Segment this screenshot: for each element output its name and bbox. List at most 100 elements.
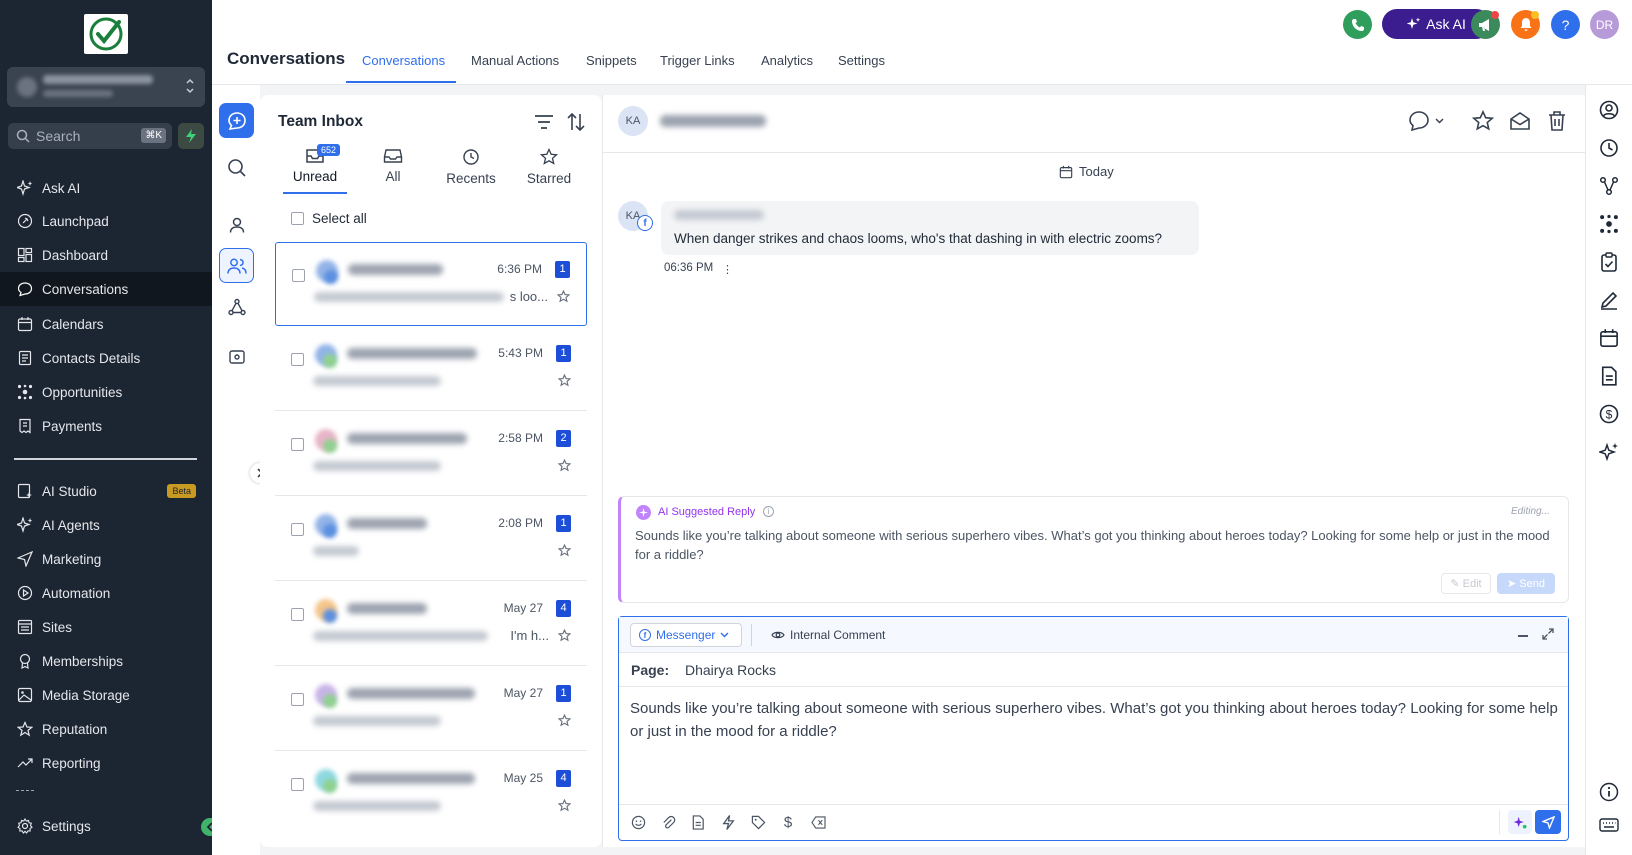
sidebar-item-ask-ai[interactable]: Ask AI — [0, 171, 212, 205]
expand-composer-button[interactable] — [1542, 628, 1554, 640]
clear-icon[interactable] — [808, 812, 828, 832]
new-message-button[interactable] — [219, 103, 254, 138]
conversation-item[interactable]: 2:58 PM 2 — [275, 412, 587, 496]
document-icon[interactable] — [688, 812, 708, 832]
star-icon[interactable] — [558, 714, 571, 727]
tab-unread[interactable]: 652 Unread — [283, 144, 347, 194]
user-avatar[interactable]: DR — [1590, 10, 1619, 39]
info-icon[interactable] — [1597, 780, 1621, 804]
mark-unread-button[interactable] — [1509, 110, 1531, 132]
help-button[interactable]: ? — [1551, 10, 1580, 39]
sidebar-item-marketing[interactable]: Marketing — [0, 542, 212, 576]
conversation-item[interactable]: May 27 4 I'm h... — [275, 582, 587, 666]
sidebar-item-calendars[interactable]: Calendars — [0, 307, 212, 341]
row-checkbox[interactable] — [291, 438, 304, 451]
row-checkbox[interactable] — [291, 523, 304, 536]
quick-actions-button[interactable] — [178, 123, 204, 149]
document-icon[interactable] — [1597, 364, 1621, 388]
row-checkbox[interactable] — [291, 608, 304, 621]
conversation-item[interactable]: May 27 1 — [275, 667, 587, 751]
notifications-button[interactable] — [1511, 10, 1540, 39]
payments-icon[interactable]: $ — [1597, 402, 1621, 426]
sidebar-item-payments[interactable]: Payments — [0, 409, 212, 443]
sidebar-item-reporting[interactable]: Reporting — [0, 746, 212, 780]
star-icon[interactable] — [557, 290, 570, 303]
ai-edit-button[interactable]: ✎ Edit — [1441, 573, 1491, 594]
conversation-item[interactable]: 6:36 PM 1 s loo... — [275, 242, 587, 326]
internal-comment-tab[interactable]: Internal Comment — [771, 628, 885, 642]
call-menu-button[interactable] — [1408, 110, 1444, 132]
conversation-item[interactable]: May 25 4 — [275, 752, 587, 836]
star-icon[interactable] — [558, 799, 571, 812]
announcements-button[interactable] — [1471, 10, 1500, 39]
star-icon[interactable] — [558, 629, 571, 642]
emoji-icon[interactable] — [628, 812, 648, 832]
select-all-checkbox[interactable] — [291, 212, 304, 225]
company-logo[interactable] — [84, 14, 128, 54]
star-icon[interactable] — [558, 459, 571, 472]
sidebar-item-ai-agents[interactable]: AI Agents — [0, 508, 212, 542]
search-conversations-button[interactable] — [219, 150, 254, 185]
contact-profile-icon[interactable] — [1597, 98, 1621, 122]
star-icon[interactable] — [558, 544, 571, 557]
workflows-button[interactable] — [219, 289, 254, 324]
contact-avatar[interactable]: KA — [618, 106, 648, 136]
star-conversation-button[interactable] — [1472, 110, 1494, 132]
info-icon[interactable]: i — [763, 506, 774, 517]
tab-starred[interactable]: Starred — [517, 148, 581, 194]
tab-trigger-links[interactable]: Trigger Links — [660, 53, 735, 68]
delete-conversation-button[interactable] — [1547, 110, 1567, 132]
sort-button[interactable] — [566, 112, 586, 132]
keyboard-icon[interactable] — [1597, 813, 1621, 837]
send-message-button[interactable] — [1535, 810, 1561, 834]
notes-icon[interactable] — [1597, 288, 1621, 312]
tab-recents[interactable]: Recents — [439, 148, 503, 194]
tab-snippets[interactable]: Snippets — [586, 53, 637, 68]
sidebar-item-opportunities[interactable]: Opportunities — [0, 375, 212, 409]
account-switcher[interactable] — [7, 67, 205, 107]
attachment-icon[interactable] — [658, 812, 678, 832]
team-inbox-button[interactable] — [219, 248, 254, 283]
sidebar-search[interactable]: Search ⌘K — [8, 123, 172, 149]
sidebar-item-memberships[interactable]: Memberships — [0, 644, 212, 678]
tag-icon[interactable] — [748, 812, 768, 832]
tab-settings[interactable]: Settings — [838, 53, 885, 68]
my-inbox-button[interactable] — [219, 207, 254, 242]
message-more-icon[interactable]: ⋮ — [722, 263, 733, 276]
internal-chat-button[interactable] — [219, 339, 254, 374]
minimize-icon[interactable] — [1518, 635, 1528, 637]
conversation-item[interactable]: 5:43 PM 1 — [275, 327, 587, 411]
ai-send-button[interactable]: ➤ Send — [1497, 573, 1555, 594]
tab-manual-actions[interactable]: Manual Actions — [471, 53, 559, 68]
ai-sparkle-icon[interactable] — [1597, 440, 1621, 464]
tab-analytics[interactable]: Analytics — [761, 53, 813, 68]
sidebar-item-media-storage[interactable]: Media Storage — [0, 678, 212, 712]
filter-button[interactable] — [534, 113, 554, 131]
tab-conversations[interactable]: Conversations — [362, 53, 445, 68]
sidebar-item-contacts[interactable]: Contacts Details — [0, 341, 212, 375]
row-checkbox[interactable] — [292, 269, 305, 282]
sidebar-item-automation[interactable]: Automation — [0, 576, 212, 610]
phone-button[interactable] — [1343, 10, 1372, 39]
lightning-icon[interactable] — [718, 812, 738, 832]
dollar-icon[interactable]: $ — [778, 812, 798, 832]
sidebar-item-launchpad[interactable]: Launchpad — [0, 204, 212, 238]
history-icon[interactable] — [1597, 136, 1621, 160]
star-icon[interactable] — [558, 374, 571, 387]
calendar-icon[interactable] — [1597, 326, 1621, 350]
workflow-icon[interactable] — [1597, 174, 1621, 198]
tasks-icon[interactable] — [1597, 250, 1621, 274]
row-checkbox[interactable] — [291, 353, 304, 366]
sidebar-item-dashboard[interactable]: Dashboard — [0, 238, 212, 272]
page-value[interactable]: Dhairya Rocks — [685, 662, 776, 678]
sidebar-item-settings[interactable]: Settings — [0, 809, 212, 843]
tab-all[interactable]: All — [361, 148, 425, 194]
composer-textarea[interactable]: Sounds like you’re talking about someone… — [630, 697, 1560, 743]
row-checkbox[interactable] — [291, 778, 304, 791]
ai-compose-button[interactable] — [1508, 810, 1532, 834]
conversation-item[interactable]: 2:08 PM 1 — [275, 497, 587, 581]
sidebar-item-conversations[interactable]: Conversations — [0, 272, 212, 306]
channel-select[interactable]: f Messenger — [630, 623, 742, 647]
sidebar-item-reputation[interactable]: Reputation — [0, 712, 212, 746]
opportunities-icon[interactable] — [1597, 212, 1621, 236]
